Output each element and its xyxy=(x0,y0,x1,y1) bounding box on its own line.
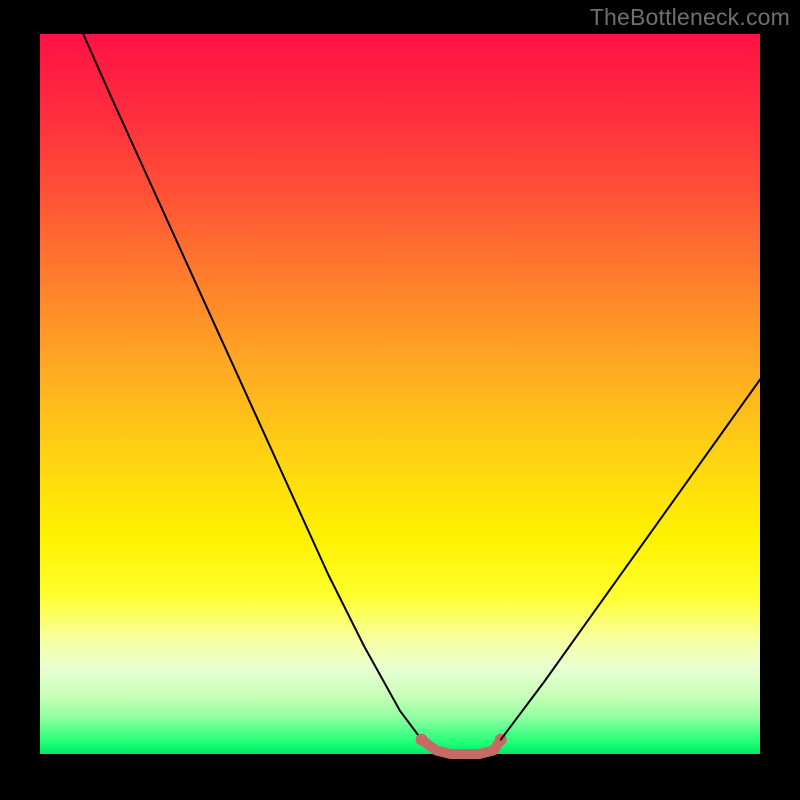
chart-frame: TheBottleneck.com xyxy=(0,0,800,800)
series-left-branch xyxy=(83,34,421,740)
series-minimum-flat-endpoint xyxy=(416,734,428,746)
attribution-watermark: TheBottleneck.com xyxy=(590,4,790,31)
curve-group xyxy=(83,34,760,754)
plot-area xyxy=(40,34,760,754)
series-right-branch xyxy=(501,380,760,740)
curve-svg xyxy=(40,34,760,754)
series-minimum-flat xyxy=(422,740,501,754)
